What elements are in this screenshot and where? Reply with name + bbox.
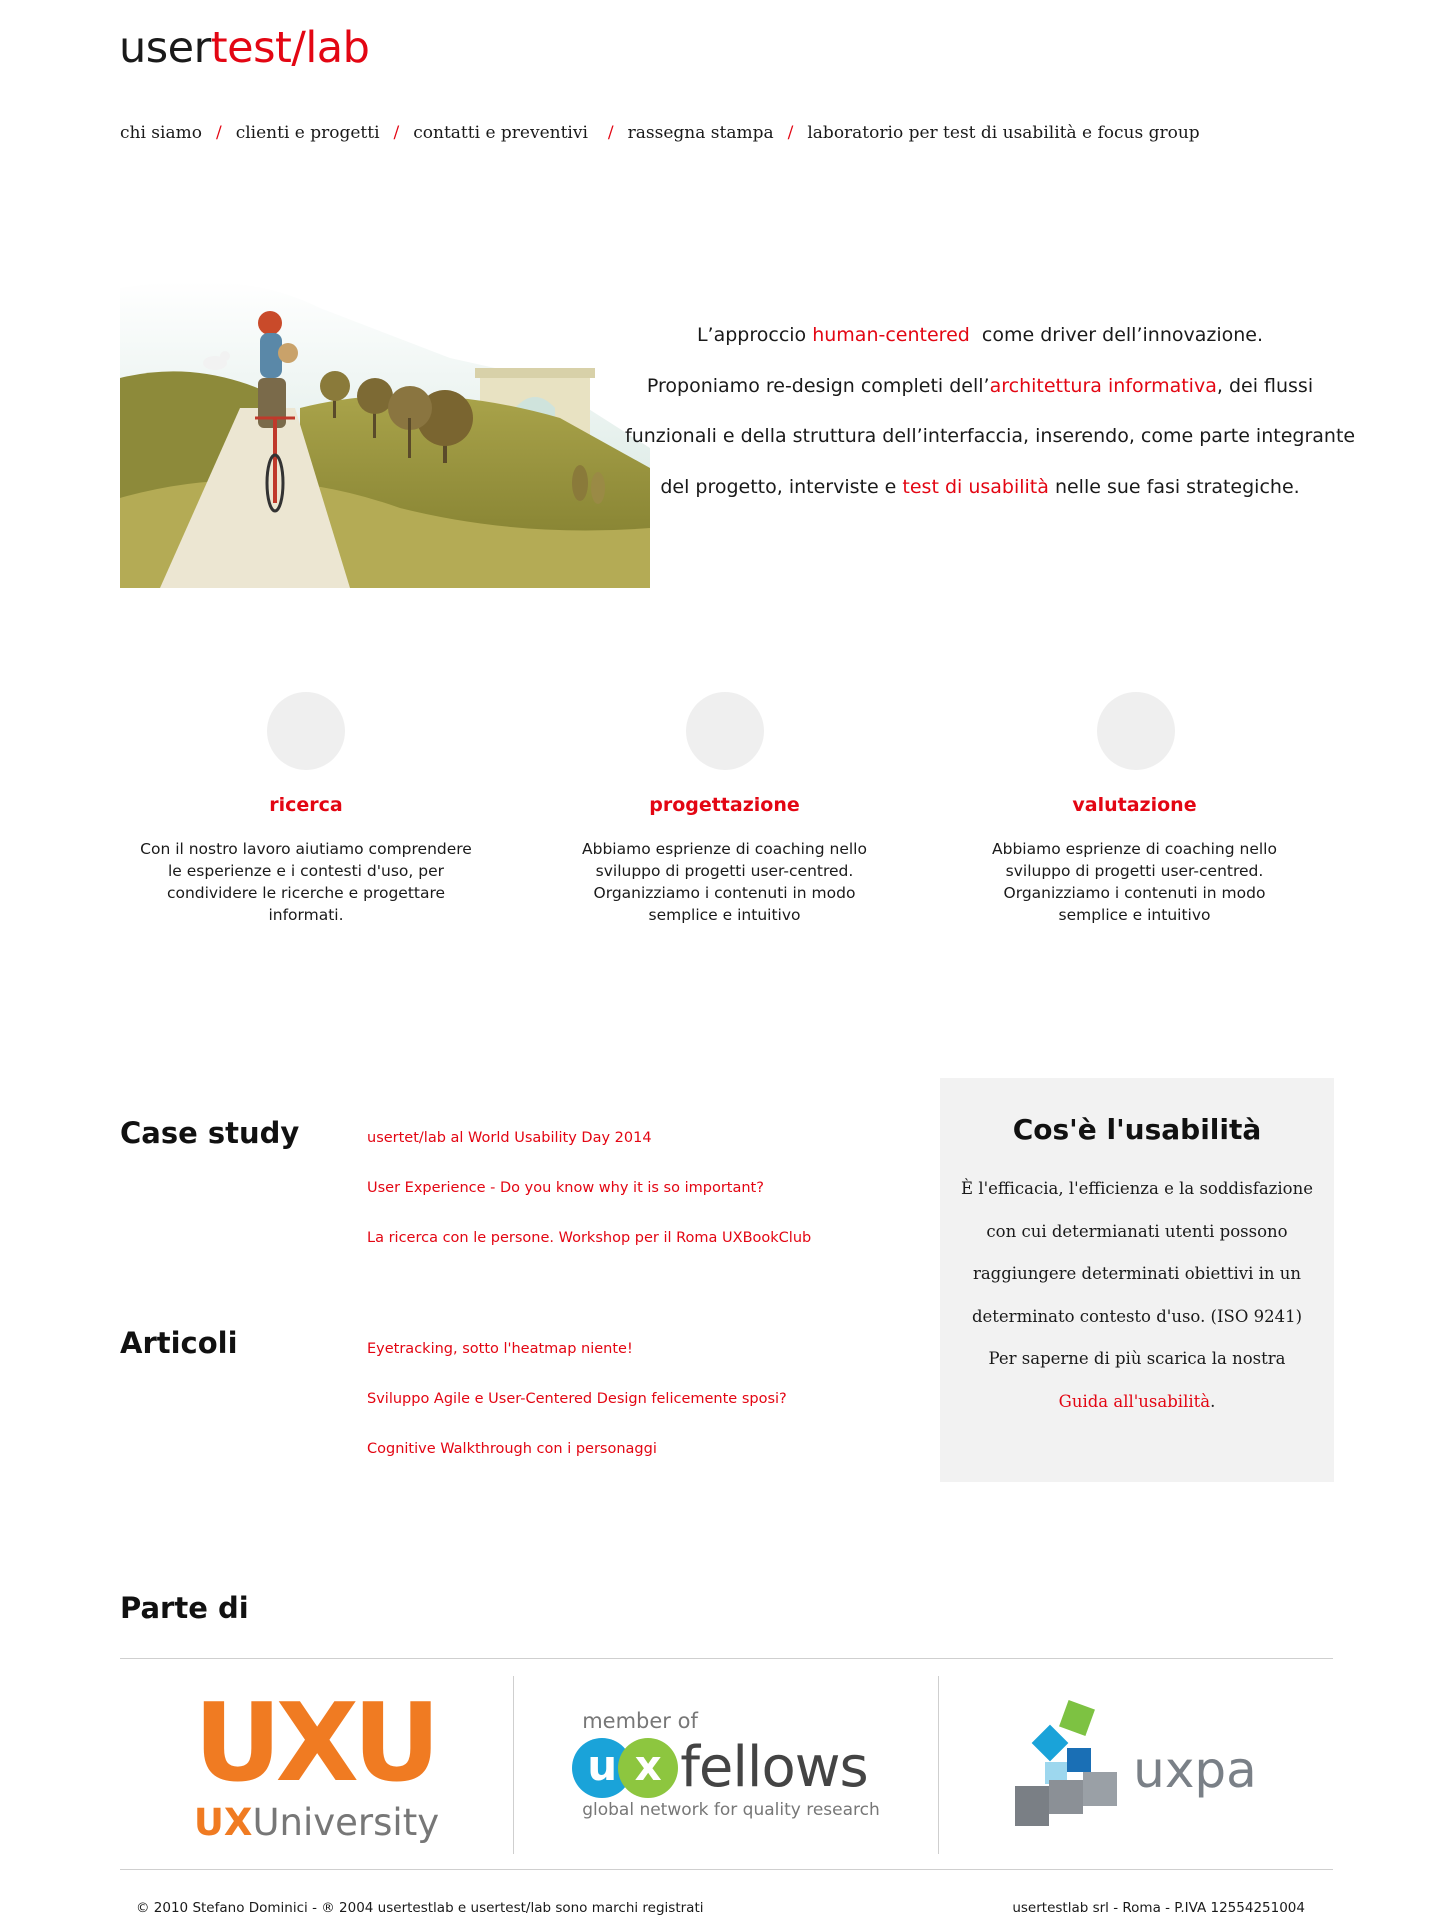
uxpa-blocks-icon [1015, 1700, 1118, 1826]
logo-test: test [210, 23, 292, 73]
feature-text: Con il nostro lavoro aiutiamo comprender… [140, 840, 472, 924]
hero-text-segment: come driver dell’innovazione. [969, 324, 1264, 346]
hero-line-2: Proponiamo re-design completi dell’archi… [625, 361, 1335, 412]
uxpa-wordmark: uxpa [1133, 1741, 1257, 1799]
uxfellows-member: member of [582, 1709, 698, 1733]
uxu-mark: UXU [193, 1680, 441, 1806]
feature-text: Abbiamo esprienze di coaching nello svil… [582, 840, 867, 924]
nav-separator: / [787, 123, 794, 143]
feature-text: Abbiamo esprienze di coaching nello svil… [992, 840, 1277, 924]
articoli-list: Eyetracking, sotto l'heatmap niente! Svi… [367, 1339, 787, 1489]
case-study-title: Case study [120, 1116, 300, 1150]
site-logo[interactable]: usertest/lab [119, 20, 370, 76]
articoli-title: Articoli [120, 1326, 238, 1360]
uxfellows-logo[interactable]: member of u x fellows global network for… [514, 1676, 938, 1854]
nav-rassegna-stampa[interactable]: rassegna stampa [628, 121, 774, 145]
link-test-di-usabilita[interactable]: test di usabilità [902, 476, 1048, 498]
uxfellows-x-icon: x [618, 1738, 679, 1798]
uxu-wordmark-ux: UX [193, 1800, 253, 1844]
usability-line: determinato contesto d'uso. (ISO 9241) [971, 1306, 1303, 1326]
logo-lab: /lab [291, 23, 370, 73]
divider [120, 1869, 1333, 1870]
hero-illustration [120, 281, 650, 588]
feature-icon [685, 692, 764, 770]
hero-text-segment: nelle sue fasi strategiche. [1048, 475, 1300, 498]
uxu-wordmark-university: University [252, 1800, 440, 1844]
feature-icon [1097, 692, 1175, 770]
hero-text-segment: , dei flussi [1216, 374, 1314, 397]
hero-text-segment: del progetto, interviste e [660, 475, 903, 498]
main-nav: chi siamo / clienti e progetti / contatt… [120, 121, 1200, 145]
nav-chi-siamo[interactable]: chi siamo [120, 121, 202, 145]
usability-box: Cos'è l'usabilità È l'efficacia, l'effic… [940, 1078, 1334, 1482]
uxpa-logo[interactable]: uxpa [939, 1676, 1333, 1854]
nav-separator: / [393, 123, 400, 143]
feature-icon [267, 692, 345, 770]
hero-line-4: del progetto, interviste e test di usabi… [625, 462, 1335, 513]
case-study-list: usertet/lab al World Usability Day 2014 … [367, 1128, 811, 1278]
article-link[interactable]: Eyetracking, sotto l'heatmap niente! [367, 1339, 787, 1359]
nav-contatti-preventivi[interactable]: contatti e preventivi [413, 121, 588, 145]
case-study-link[interactable]: La ricerca con le persone. Workshop per … [367, 1228, 811, 1248]
logo-user: user [119, 23, 211, 73]
uxfellows-tagline: global network for quality research [582, 1800, 880, 1820]
nav-clienti-progetti[interactable]: clienti e progetti [236, 121, 380, 145]
usability-text: È l'efficacia, l'efficienza e la soddisf… [940, 1168, 1334, 1423]
hero-line-1: L’approccio human-centered come driver d… [625, 310, 1335, 361]
parte-di-title: Parte di [120, 1591, 249, 1625]
hero-text-segment: L’approccio [696, 324, 813, 346]
nav-separator: / [607, 123, 614, 143]
guida-usabilita-link[interactable]: Guida all'usabilità [1059, 1392, 1210, 1411]
feature-title: progettazione [649, 794, 800, 816]
footer-copyright: © 2010 Stefano Dominici - ® 2004 usertes… [136, 1900, 704, 1916]
usability-line: raggiungere determinati obiettivi in un [972, 1264, 1302, 1283]
case-study-link[interactable]: User Experience - Do you know why it is … [367, 1178, 811, 1198]
case-study-link[interactable]: usertet/lab al World Usability Day 2014 [367, 1128, 811, 1148]
hero-text: L’approccio human-centered come driver d… [625, 310, 1356, 513]
footer-company-info: usertestlab srl - Roma - P.IVA 125542510… [1012, 1900, 1305, 1916]
article-link[interactable]: Sviluppo Agile e User-Centered Design fe… [367, 1389, 787, 1409]
divider [120, 1658, 1333, 1659]
feature-progettazione: progettazione Abbiamo esprienze di coach… [552, 692, 897, 926]
nav-laboratorio[interactable]: laboratorio per test di usabilità e focu… [807, 121, 1199, 145]
usability-line: con cui determianati utenti possono [986, 1221, 1288, 1241]
feature-ricerca: ricerca Con il nostro lavoro aiutiamo co… [136, 692, 476, 926]
feature-valutazione: valutazione Abbiamo esprienze di coachin… [962, 692, 1307, 926]
usability-line: È l'efficacia, l'efficienza e la soddisf… [961, 1179, 1313, 1198]
link-human-centered[interactable]: human-centered [812, 324, 970, 346]
nav-separator: / [215, 123, 222, 143]
feature-title: valutazione [1072, 794, 1197, 816]
link-architettura-informativa[interactable]: architettura informativa [990, 375, 1217, 397]
article-link[interactable]: Cognitive Walkthrough con i personaggi [367, 1439, 787, 1459]
usability-link-suffix: . [1210, 1391, 1216, 1411]
uxu-wordmark: UXUniversity [194, 1804, 439, 1841]
usability-line: Per saperne di più scarica la nostra [988, 1349, 1286, 1368]
usability-title: Cos'è l'usabilità [1012, 1113, 1262, 1146]
uxfellows-wordmark: fellows [680, 1735, 869, 1800]
hero-line-3: funzionali e della struttura dell’interf… [625, 425, 1356, 447]
usability-line: Guida all'usabilità. [940, 1381, 1334, 1424]
feature-title: ricerca [269, 794, 343, 816]
uxu-logo[interactable]: UXU UXUniversity [120, 1676, 513, 1854]
hero-text-segment: Proponiamo re-design completi dell’ [646, 374, 990, 397]
